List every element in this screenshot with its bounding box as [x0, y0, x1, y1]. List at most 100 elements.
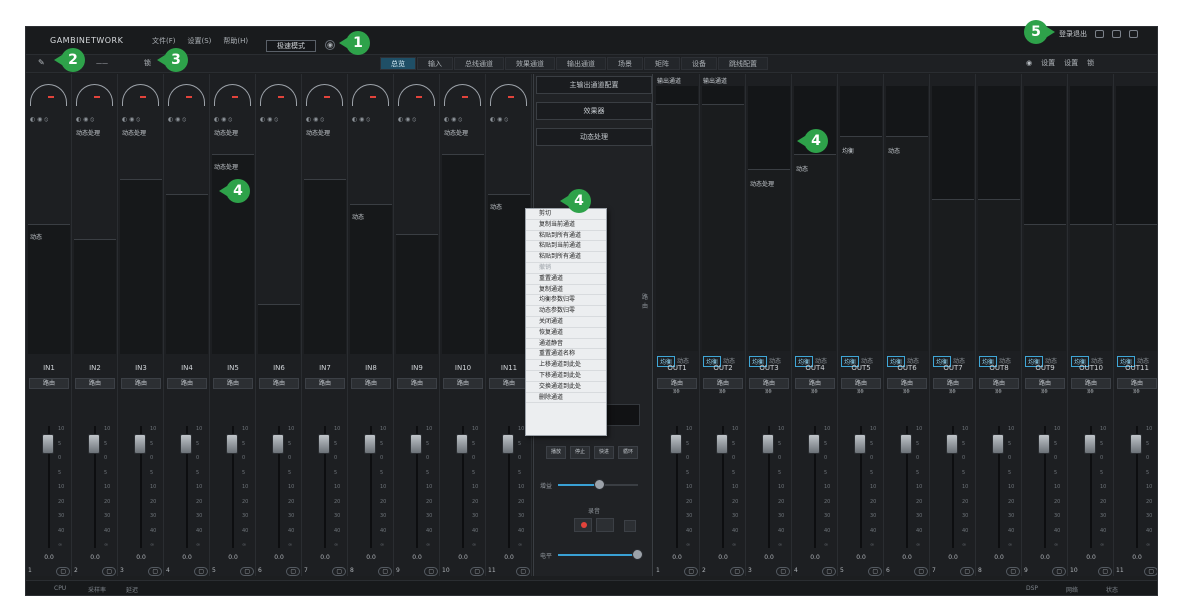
- fader-cap[interactable]: [900, 434, 912, 454]
- toolbar-right-label-1[interactable]: 设置: [1041, 58, 1055, 68]
- strip-select-button[interactable]: ▢: [148, 567, 162, 576]
- strip-select-button[interactable]: ▢: [56, 567, 70, 576]
- fader-cap[interactable]: [42, 434, 54, 454]
- stop-button[interactable]: 停止: [570, 446, 590, 459]
- tab-device[interactable]: 设备: [681, 57, 717, 70]
- tab-input[interactable]: 输入: [417, 57, 453, 70]
- strip-route-button[interactable]: 路由: [259, 378, 299, 389]
- strip-route-button[interactable]: 路由: [167, 378, 207, 389]
- output-select-button[interactable]: ▢: [1052, 567, 1066, 576]
- pan-knob[interactable]: [168, 84, 205, 106]
- strip-select-button[interactable]: ▢: [516, 567, 530, 576]
- strip-meter-area[interactable]: [28, 224, 70, 354]
- strip-route-button[interactable]: 路由: [397, 378, 437, 389]
- fader-cap[interactable]: [180, 434, 192, 454]
- toolbar-right-label-3[interactable]: 锁: [1087, 58, 1094, 68]
- output-meter-area[interactable]: [1070, 224, 1112, 351]
- strip-route-button[interactable]: 路由: [75, 378, 115, 389]
- output-route-button[interactable]: 路由: [795, 378, 835, 389]
- tab-bus[interactable]: 总线通道: [454, 57, 504, 70]
- fader-cap[interactable]: [854, 434, 866, 454]
- strip-meter-area[interactable]: [396, 234, 438, 354]
- output-route-button[interactable]: 路由: [887, 378, 927, 389]
- output-route-button[interactable]: 路由: [933, 378, 973, 389]
- fader-cap[interactable]: [670, 434, 682, 454]
- context-menu-item[interactable]: 复制通道: [526, 285, 606, 296]
- login-logout-label[interactable]: 登录退出: [1059, 29, 1087, 39]
- pan-knob[interactable]: [490, 84, 527, 106]
- output-route-button[interactable]: 路由: [1117, 378, 1157, 389]
- output-select-button[interactable]: ▢: [1006, 567, 1020, 576]
- strip-meter-area[interactable]: [350, 204, 392, 354]
- menu-help[interactable]: 帮助(H): [223, 36, 248, 46]
- pan-knob[interactable]: [76, 84, 113, 106]
- toolbar-right-label-2[interactable]: 设置: [1064, 58, 1078, 68]
- context-menu-item[interactable]: 复制当前通道: [526, 220, 606, 231]
- minimize-icon[interactable]: [1095, 30, 1104, 38]
- strip-select-button[interactable]: ▢: [102, 567, 116, 576]
- strip-route-button[interactable]: 路由: [351, 378, 391, 389]
- context-menu-item[interactable]: 粘贴到所有通道: [526, 231, 606, 242]
- strip-meter-area[interactable]: [304, 179, 346, 354]
- pan-knob[interactable]: [260, 84, 297, 106]
- fader-cap[interactable]: [410, 434, 422, 454]
- output-select-button[interactable]: ▢: [1098, 567, 1112, 576]
- strip-select-button[interactable]: ▢: [240, 567, 254, 576]
- tab-matrix[interactable]: 矩阵: [644, 57, 680, 70]
- record-button[interactable]: [574, 518, 592, 532]
- strip-meter-area[interactable]: [120, 179, 162, 354]
- fader-cap[interactable]: [1084, 434, 1096, 454]
- settings-icon[interactable]: ◉: [1026, 59, 1032, 67]
- strip-meter-area[interactable]: [258, 304, 300, 354]
- fader-cap[interactable]: [364, 434, 376, 454]
- fader-cap[interactable]: [88, 434, 100, 454]
- level-slider-fill[interactable]: [558, 554, 638, 556]
- output-meter-area[interactable]: [794, 154, 836, 351]
- fader-cap[interactable]: [318, 434, 330, 454]
- output-select-button[interactable]: ▢: [960, 567, 974, 576]
- context-menu-item[interactable]: 动态参数归零: [526, 306, 606, 317]
- context-menu-item[interactable]: 均衡参数归零: [526, 295, 606, 307]
- pan-knob[interactable]: [306, 84, 343, 106]
- output-meter-area[interactable]: [702, 104, 744, 351]
- pan-knob[interactable]: [30, 84, 67, 106]
- output-meter-area[interactable]: [1116, 224, 1157, 351]
- output-meter-area[interactable]: [978, 199, 1020, 351]
- strip-select-button[interactable]: ▢: [286, 567, 300, 576]
- tab-patch[interactable]: 跳线配置: [718, 57, 768, 70]
- fader-cap[interactable]: [134, 434, 146, 454]
- fader-cap[interactable]: [226, 434, 238, 454]
- mode-button[interactable]: 极速模式: [266, 40, 316, 52]
- context-menu-item[interactable]: 交换通道到此处: [526, 382, 606, 393]
- strip-select-button[interactable]: ▢: [424, 567, 438, 576]
- gain-slider-knob[interactable]: [594, 479, 605, 490]
- output-meter-area[interactable]: [1024, 224, 1066, 351]
- context-menu-item[interactable]: 重置通道: [526, 274, 606, 285]
- pan-knob[interactable]: [214, 84, 251, 106]
- context-menu-item[interactable]: 粘贴到所有通道: [526, 252, 606, 263]
- pan-knob[interactable]: [122, 84, 159, 106]
- loop-button[interactable]: 循环: [618, 446, 638, 459]
- menu-file[interactable]: 文件(F): [152, 36, 176, 46]
- strip-route-button[interactable]: 路由: [489, 378, 529, 389]
- output-select-button[interactable]: ▢: [868, 567, 882, 576]
- fader-cap[interactable]: [272, 434, 284, 454]
- menu-settings[interactable]: 设置(S): [188, 36, 212, 46]
- strip-route-button[interactable]: 路由: [121, 378, 161, 389]
- output-route-button[interactable]: 路由: [749, 378, 789, 389]
- fader-cap[interactable]: [762, 434, 774, 454]
- fader-cap[interactable]: [808, 434, 820, 454]
- context-menu-item[interactable]: 关闭通道: [526, 317, 606, 328]
- monitor-button[interactable]: [624, 520, 636, 532]
- output-route-button[interactable]: 路由: [841, 378, 881, 389]
- strip-route-button[interactable]: 路由: [305, 378, 345, 389]
- context-menu-item[interactable]: 通道静音: [526, 339, 606, 350]
- pause-button[interactable]: [596, 518, 614, 532]
- pencil-icon[interactable]: ✎: [38, 58, 45, 67]
- strip-select-button[interactable]: ▢: [470, 567, 484, 576]
- output-select-button[interactable]: ▢: [730, 567, 744, 576]
- output-select-button[interactable]: ▢: [822, 567, 836, 576]
- output-meter-area[interactable]: [932, 199, 974, 351]
- strip-select-button[interactable]: ▢: [332, 567, 346, 576]
- fader-cap[interactable]: [502, 434, 514, 454]
